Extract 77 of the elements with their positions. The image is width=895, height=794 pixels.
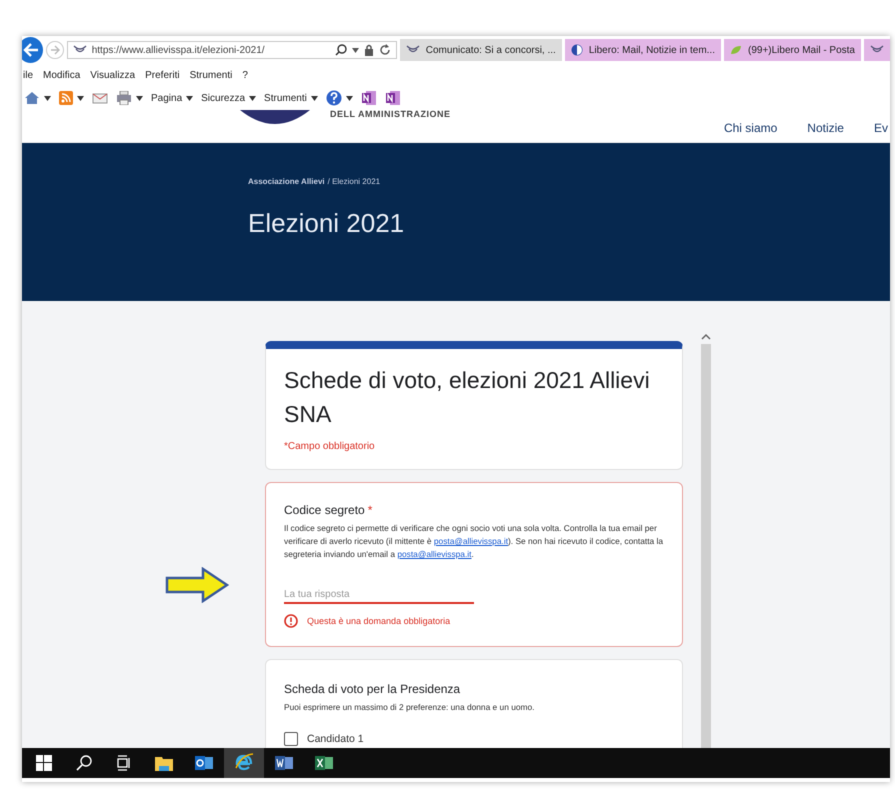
address-bar[interactable]: https://www.allievisspa.it/elezioni-2021/ [66,41,397,59]
caret-icon [44,96,51,100]
scrollbar[interactable] [699,333,713,748]
folder-icon [155,755,173,771]
option-label: Candidato 1 [307,733,364,745]
outlook-icon [195,755,213,771]
excel-icon [315,755,333,771]
caret-icon [186,96,194,100]
refresh-icon[interactable] [378,44,391,56]
menu-item[interactable]: ile [23,70,34,80]
menu-item[interactable]: Strumenti [190,70,232,80]
question-label: Codice segreto [284,503,365,517]
page-title: Elezioni 2021 [248,208,406,239]
form-title: Schede di voto, elezioni 2021 Allievi SNA [284,366,651,429]
toolbar-menu[interactable]: Pagina [151,92,194,104]
notebook-icon [384,90,401,106]
caret-icon [346,96,353,100]
search-icon[interactable] [334,44,347,56]
browser-tab[interactable]: (99+)Libero Mail - Posta [724,39,861,61]
breadcrumb-item: / Elezioni 2021 [328,177,380,186]
toolbar-menu[interactable]: Sicurezza [201,92,256,104]
caret-icon [77,96,84,100]
help-icon [326,90,342,106]
printer-icon [116,91,132,105]
menu-item[interactable]: Modifica [43,70,80,80]
browser-tab[interactable]: Libero: Mail, Notizie in tem... [564,39,721,61]
arrow-icon [165,567,229,603]
required-mark: * [368,503,372,517]
section-note: Puoi esprimere un massimo di 2 preferenze: una donna e un uomo. [284,702,536,712]
nav-link[interactable]: Ev [874,121,888,135]
url-text: https://www.allievisspa.it/elezioni-2021/ [92,44,265,56]
browser-tab[interactable] [864,39,890,61]
caret-icon [310,96,318,100]
answer-field[interactable]: La tua risposta [284,587,474,604]
toolbar-button[interactable] [326,90,353,106]
breadcrumb-item[interactable]: Associazione Allievi [248,177,325,186]
logo-text: DELL AMMINISTRAZIONE [330,110,450,119]
checkbox[interactable] [284,732,298,746]
search-icon [76,755,92,771]
nav-link[interactable]: Notizie [807,121,844,135]
question-description: Il codice segreto ci permette di verificare che ogni socio voti una sola volta. Controlla la tua email per verificare di averlo ricevuto (il mittente è posta@allievisspa.it). Se non hai ricevuto il codice, contatta la segreteria inviando un'email a posta@allievisspa.it. [284,522,664,561]
toolbar-button[interactable] [360,90,377,106]
error-icon [284,614,298,628]
error-message: Questa è una domanda obbligatoria [307,616,450,626]
caret-icon[interactable] [352,48,359,52]
email-link[interactable]: posta@allievisspa.it [434,536,508,546]
nav-link[interactable]: Chi siamo [724,121,778,135]
toolbar-button[interactable] [24,91,51,105]
windows-icon [36,755,52,771]
scroll-up-icon[interactable] [701,333,711,340]
globe-icon [570,44,583,56]
mail-icon [92,92,108,104]
toolbar-button[interactable] [384,90,401,106]
menu-item[interactable]: ? [242,70,248,80]
word-icon [275,755,293,771]
back-button[interactable] [22,37,44,63]
toolbar-menu[interactable]: Strumenti [264,92,318,104]
email-link[interactable]: posta@allievisspa.it [397,549,472,559]
logo-emblem [240,110,310,124]
caret-icon [249,96,256,100]
toolbar-button[interactable] [116,91,143,105]
leaf-icon [730,44,742,56]
menu-item[interactable]: Preferiti [145,70,180,80]
toolbar-button[interactable] [59,91,84,105]
menu-item[interactable]: Visualizza [90,70,136,80]
feed-icon [59,91,73,105]
task-view-icon [116,755,132,771]
browser-e-icon [234,753,254,773]
home-icon [24,91,40,105]
browser-tab[interactable]: Comunicato: Si a concorsi, ... [400,39,562,61]
forward-arrow-icon [50,45,60,55]
section-title: Scheda di voto per la Presidenza [284,682,462,696]
required-note: *Campo obbligatorio [284,441,376,452]
caret-icon [136,96,143,100]
back-arrow-icon [22,43,39,57]
lock-icon [364,44,374,56]
notebook-icon [360,90,377,106]
